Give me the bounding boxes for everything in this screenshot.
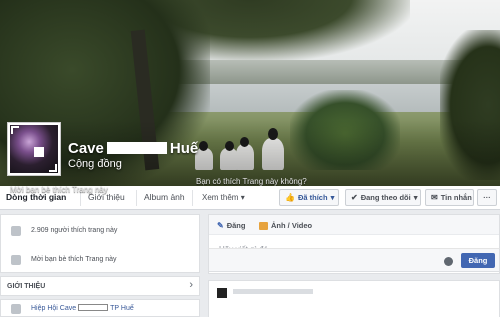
liked-button-label: Đã thích (297, 193, 328, 202)
profile-picture-image (10, 125, 58, 173)
more-options-button[interactable]: ··· (477, 189, 497, 206)
post-button[interactable]: Đăng (461, 253, 495, 268)
intro-title: GIỚI THIỆU (7, 283, 46, 290)
tab-photos[interactable]: Album ảnh (144, 192, 185, 202)
intro-group-prefix: Hiệp Hội Cave (31, 305, 77, 312)
composer-tab-status[interactable]: ✎ Đăng (217, 221, 245, 230)
like-count-icon (11, 226, 21, 236)
thumbs-up-icon: 👍 (285, 193, 295, 202)
intro-group-link[interactable]: Hiệp Hội Cave TP Huế (31, 304, 134, 312)
invite-friends-link[interactable]: Mời bạn bè thích Trang này (31, 256, 117, 263)
composer-tab-photo[interactable]: Ảnh / Video (259, 221, 312, 230)
page-title[interactable]: Cave Huế (68, 140, 198, 157)
composer-tab-status-label: Đăng (226, 221, 246, 230)
pencil-icon: ✎ (217, 221, 224, 230)
profile-picture-corner (49, 164, 57, 172)
feed-post-avatar[interactable] (217, 288, 227, 298)
following-button-label: Đang theo dõi (360, 193, 411, 202)
chevron-right-icon[interactable]: › (189, 279, 193, 291)
composer-tabs: ✎ Đăng Ảnh / Video (209, 215, 499, 235)
intro-card-header: GIỚI THIỆU › (0, 276, 200, 296)
composer-tab-photo-label: Ảnh / Video (271, 221, 313, 230)
profile-picture-mark (34, 147, 44, 157)
cover-like-prompt: Bạn có thích Trang này không? (196, 177, 307, 186)
feed-post (208, 280, 500, 317)
photo-icon (259, 221, 268, 230)
message-icon: ✉ (431, 193, 438, 202)
feed-post-header-placeholder (233, 289, 313, 294)
following-button[interactable]: ✔ Đang theo dõi ▾ (345, 189, 421, 206)
group-icon (11, 304, 21, 314)
page-title-prefix: Cave (68, 140, 104, 157)
chevron-down-icon: ▾ (413, 193, 418, 202)
composer-footer: Đăng (208, 248, 500, 272)
profile-picture[interactable] (7, 122, 61, 176)
tab-divider (192, 190, 193, 206)
chevron-down-icon: ▾ (240, 193, 245, 202)
checkmark-icon: ✔ (351, 193, 358, 202)
page-category[interactable]: Cộng đồng (68, 158, 122, 170)
likes-count[interactable]: 2.909 người thích trang này (31, 227, 117, 234)
tab-more-label: Xem thêm (202, 193, 239, 202)
left-sidebar: 2.909 người thích trang này Mời bạn bè t… (0, 214, 200, 317)
more-dots-icon: ··· (483, 193, 491, 202)
message-button[interactable]: ✉ Tin nhắn (425, 189, 474, 206)
tab-divider (136, 190, 137, 206)
globe-icon[interactable] (444, 257, 453, 266)
message-button-label: Tin nhắn (440, 193, 472, 202)
cover-invite-text: Mời bạn bè thích Trang này (10, 185, 108, 194)
redaction-bar (106, 142, 167, 154)
chevron-down-icon: ▾ (330, 193, 335, 202)
profile-picture-corner (11, 126, 19, 134)
page-title-suffix: Huế (169, 140, 199, 157)
intro-group-item[interactable]: Hiệp Hội Cave TP Huế (0, 299, 200, 317)
invite-friends-icon (11, 255, 21, 265)
tab-more[interactable]: Xem thêm ▾ (202, 193, 245, 202)
redaction-bar (78, 304, 109, 311)
intro-group-suffix: TP Huế (110, 305, 134, 312)
liked-button[interactable]: 👍 Đã thích ▾ (279, 189, 339, 206)
likes-card: 2.909 người thích trang này Mời bạn bè t… (0, 214, 200, 273)
